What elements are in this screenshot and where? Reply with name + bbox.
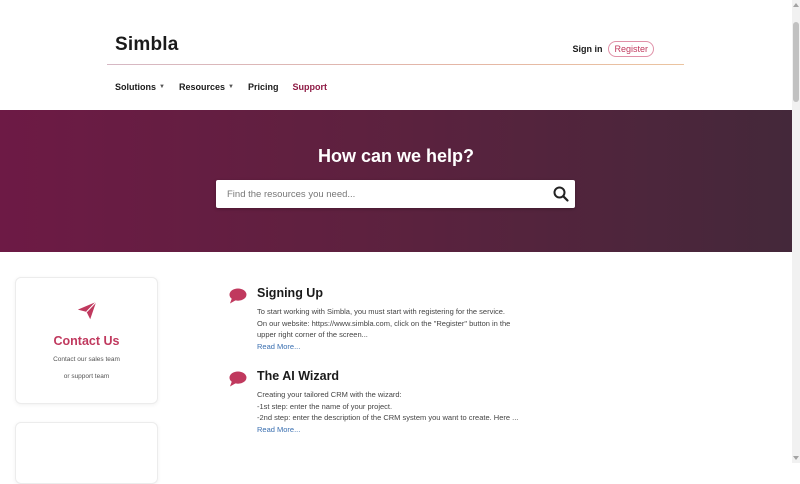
page-scrollbar[interactable] (792, 0, 800, 463)
chevron-down-icon: ▼ (227, 84, 234, 90)
speech-bubble-icon (229, 288, 247, 304)
register-button[interactable]: Register (608, 41, 654, 57)
secondary-card[interactable] (15, 422, 158, 484)
nav-resources-label: Resources (178, 82, 225, 92)
nav-solutions[interactable]: Solutions ▼ (115, 82, 165, 92)
read-more-link[interactable]: Read More... (257, 341, 562, 353)
contact-us-card[interactable]: Contact Us Contact our sales team or sup… (15, 277, 158, 404)
nav-support[interactable]: Support (292, 82, 327, 92)
paper-plane-icon (77, 301, 97, 320)
search-input[interactable] (216, 180, 547, 208)
scroll-thumb[interactable] (793, 22, 799, 102)
search-icon[interactable] (552, 185, 570, 203)
speech-bubble-icon (229, 371, 247, 387)
main-nav: Solutions ▼ Resources ▼ Pricing Support (115, 82, 327, 92)
article-excerpt: Creating your tailored CRM with the wiza… (257, 389, 562, 435)
contact-us-line1: Contact our sales team (53, 356, 120, 363)
article-line: -1st step: enter the name of your projec… (257, 401, 393, 411)
chevron-down-icon: ▼ (159, 84, 165, 90)
hero-banner: How can we help? (0, 110, 792, 252)
article-line: Creating your tailored CRM with the wiza… (257, 390, 402, 399)
nav-pricing[interactable]: Pricing (248, 82, 279, 92)
article-line: To start working with Simbla, you must s… (257, 307, 506, 316)
site-header: Simbla Sign in Register Solutions ▼ Reso… (0, 0, 792, 110)
simbla-logo[interactable]: Simbla (115, 34, 179, 56)
article-title[interactable]: The AI Wizard (257, 369, 339, 383)
article-title[interactable]: Signing Up (257, 286, 323, 300)
article-line: upper right corner of the screen... (257, 330, 368, 339)
contact-us-line2: or support team (63, 373, 110, 380)
scroll-up-icon[interactable] (793, 3, 799, 7)
scroll-down-icon[interactable] (793, 456, 799, 460)
read-more-link[interactable]: Read More... (257, 424, 562, 436)
auth-links: Sign in Register (572, 41, 654, 57)
article-excerpt: To start working with Simbla, you must s… (257, 306, 562, 352)
nav-resources[interactable]: Resources ▼ (179, 82, 234, 92)
article-line: -2nd step: enter the description of the … (257, 413, 519, 422)
nav-pricing-label: Pricing (247, 82, 279, 92)
header-divider (107, 64, 684, 65)
nav-support-label: Support (292, 82, 327, 92)
search-box (216, 180, 575, 208)
contact-us-title: Contact Us (53, 334, 120, 348)
article-line: On our website: https://www.simbla.com, … (257, 318, 511, 328)
nav-solutions-label: Solutions (115, 82, 156, 92)
sign-in-link[interactable]: Sign in (572, 44, 602, 54)
hero-title: How can we help? (317, 146, 475, 166)
